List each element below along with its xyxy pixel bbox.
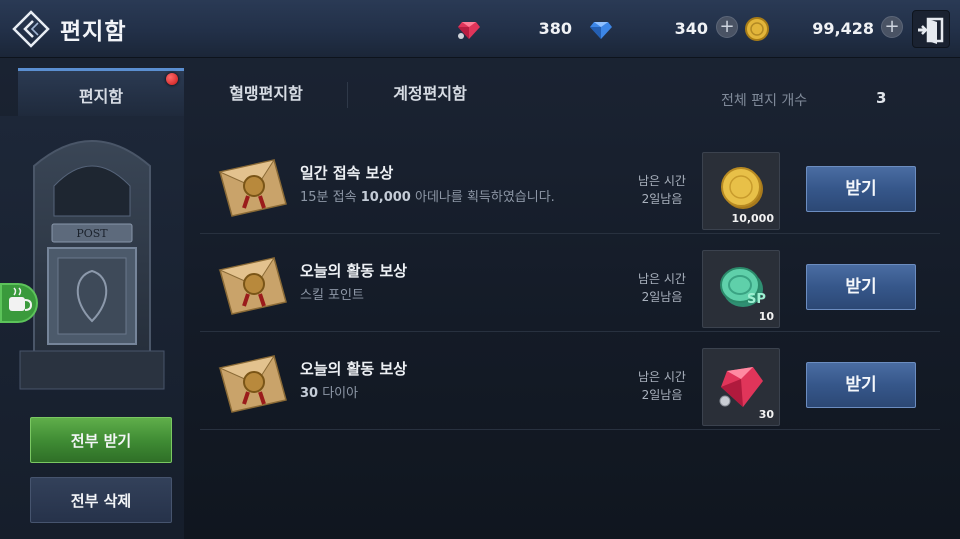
- total-mail-label: 전체 편지 개수: [721, 93, 808, 109]
- mail-item: 오늘의 활동 보상 30 다이아 남은 시간 2일남음 30 받기: [200, 334, 940, 430]
- envelope-icon: [218, 257, 287, 315]
- tab-clan-mailbox[interactable]: 혈맹편지함: [186, 68, 346, 116]
- currency-blue-diamond: 340: [588, 14, 712, 44]
- tab-mailbox[interactable]: 편지함: [18, 68, 184, 116]
- back-diamond-icon: [12, 10, 50, 48]
- blue-diamond-amount: 340: [674, 19, 708, 38]
- skill-point-coin-icon: SP: [720, 267, 766, 307]
- receive-button[interactable]: 받기: [806, 362, 916, 408]
- side-menu-button[interactable]: [0, 283, 38, 323]
- time-remaining-label: 남은 시간: [638, 272, 686, 286]
- add-blue-diamond-button[interactable]: +: [716, 16, 738, 38]
- blue-diamond-icon: [590, 22, 612, 39]
- reward-slot[interactable]: 10,000: [702, 152, 780, 230]
- top-bar: 편지함 380 340 + 99,428 +: [0, 0, 960, 58]
- time-remaining-label: 남은 시간: [638, 370, 686, 384]
- sp-text: SP: [747, 292, 766, 307]
- red-diamond-amount: 380: [538, 19, 572, 38]
- post-box-illustration: POST: [19, 140, 165, 390]
- reward-quantity: 10,000: [731, 212, 774, 225]
- cup-icon: [9, 287, 33, 311]
- mail-item: 일간 접속 보상 15분 접속 10,000 아데나를 획득하였습니다. 남은 …: [200, 138, 940, 234]
- currency-gold: 99,428: [744, 14, 878, 44]
- time-remaining-value: 2일남음: [641, 290, 683, 304]
- time-remaining-value: 2일남음: [641, 388, 683, 402]
- tab-account-mailbox[interactable]: 계정편지함: [350, 68, 510, 116]
- mail-title: 오늘의 활동 보상: [300, 360, 408, 378]
- add-gold-button[interactable]: +: [881, 16, 903, 38]
- tab-divider: [347, 82, 348, 108]
- gold-coin-icon: [721, 167, 763, 209]
- page-title: 편지함: [60, 19, 127, 45]
- envelope-icon: [218, 159, 287, 217]
- exit-button[interactable]: [912, 10, 950, 48]
- reward-quantity: 10: [758, 310, 774, 323]
- total-mail-count: 3: [876, 89, 887, 107]
- gold-coin-icon: [745, 17, 769, 41]
- left-panel: POST: [0, 116, 184, 539]
- mail-item: 오늘의 활동 보상 스킬 포인트 남은 시간 2일남음 SP 10 받기: [200, 236, 940, 332]
- gold-amount: 99,428: [812, 19, 874, 38]
- mailbox-tabs: 편지함 혈맹편지함 계정편지함: [0, 68, 960, 118]
- receive-button[interactable]: 받기: [806, 166, 916, 212]
- exit-door-icon: [918, 17, 944, 44]
- reward-slot[interactable]: SP 10: [702, 250, 780, 328]
- envelope-icon: [218, 355, 287, 413]
- red-diamond-icon: [719, 367, 763, 407]
- mail-title: 일간 접속 보상: [300, 164, 394, 182]
- receive-button[interactable]: 받기: [806, 264, 916, 310]
- currency-red-diamond: 380: [456, 14, 576, 44]
- reward-quantity: 30: [758, 408, 774, 421]
- post-sign-text: POST: [76, 227, 108, 240]
- mail-title: 오늘의 활동 보상: [300, 262, 408, 280]
- red-diamond-icon: [458, 22, 480, 39]
- mail-description: 30 다이아: [300, 386, 359, 401]
- mail-description: 스킬 포인트: [300, 288, 364, 303]
- mail-description: 15분 접속 10,000 아데나를 획득하였습니다.: [300, 190, 555, 205]
- reward-slot[interactable]: 30: [702, 348, 780, 426]
- receive-all-button[interactable]: 전부 받기: [30, 417, 172, 463]
- back-button[interactable]: [12, 10, 50, 48]
- notification-dot: [166, 73, 178, 85]
- delete-all-button[interactable]: 전부 삭제: [30, 477, 172, 523]
- time-remaining-value: 2일남음: [641, 192, 683, 206]
- time-remaining-label: 남은 시간: [638, 174, 686, 188]
